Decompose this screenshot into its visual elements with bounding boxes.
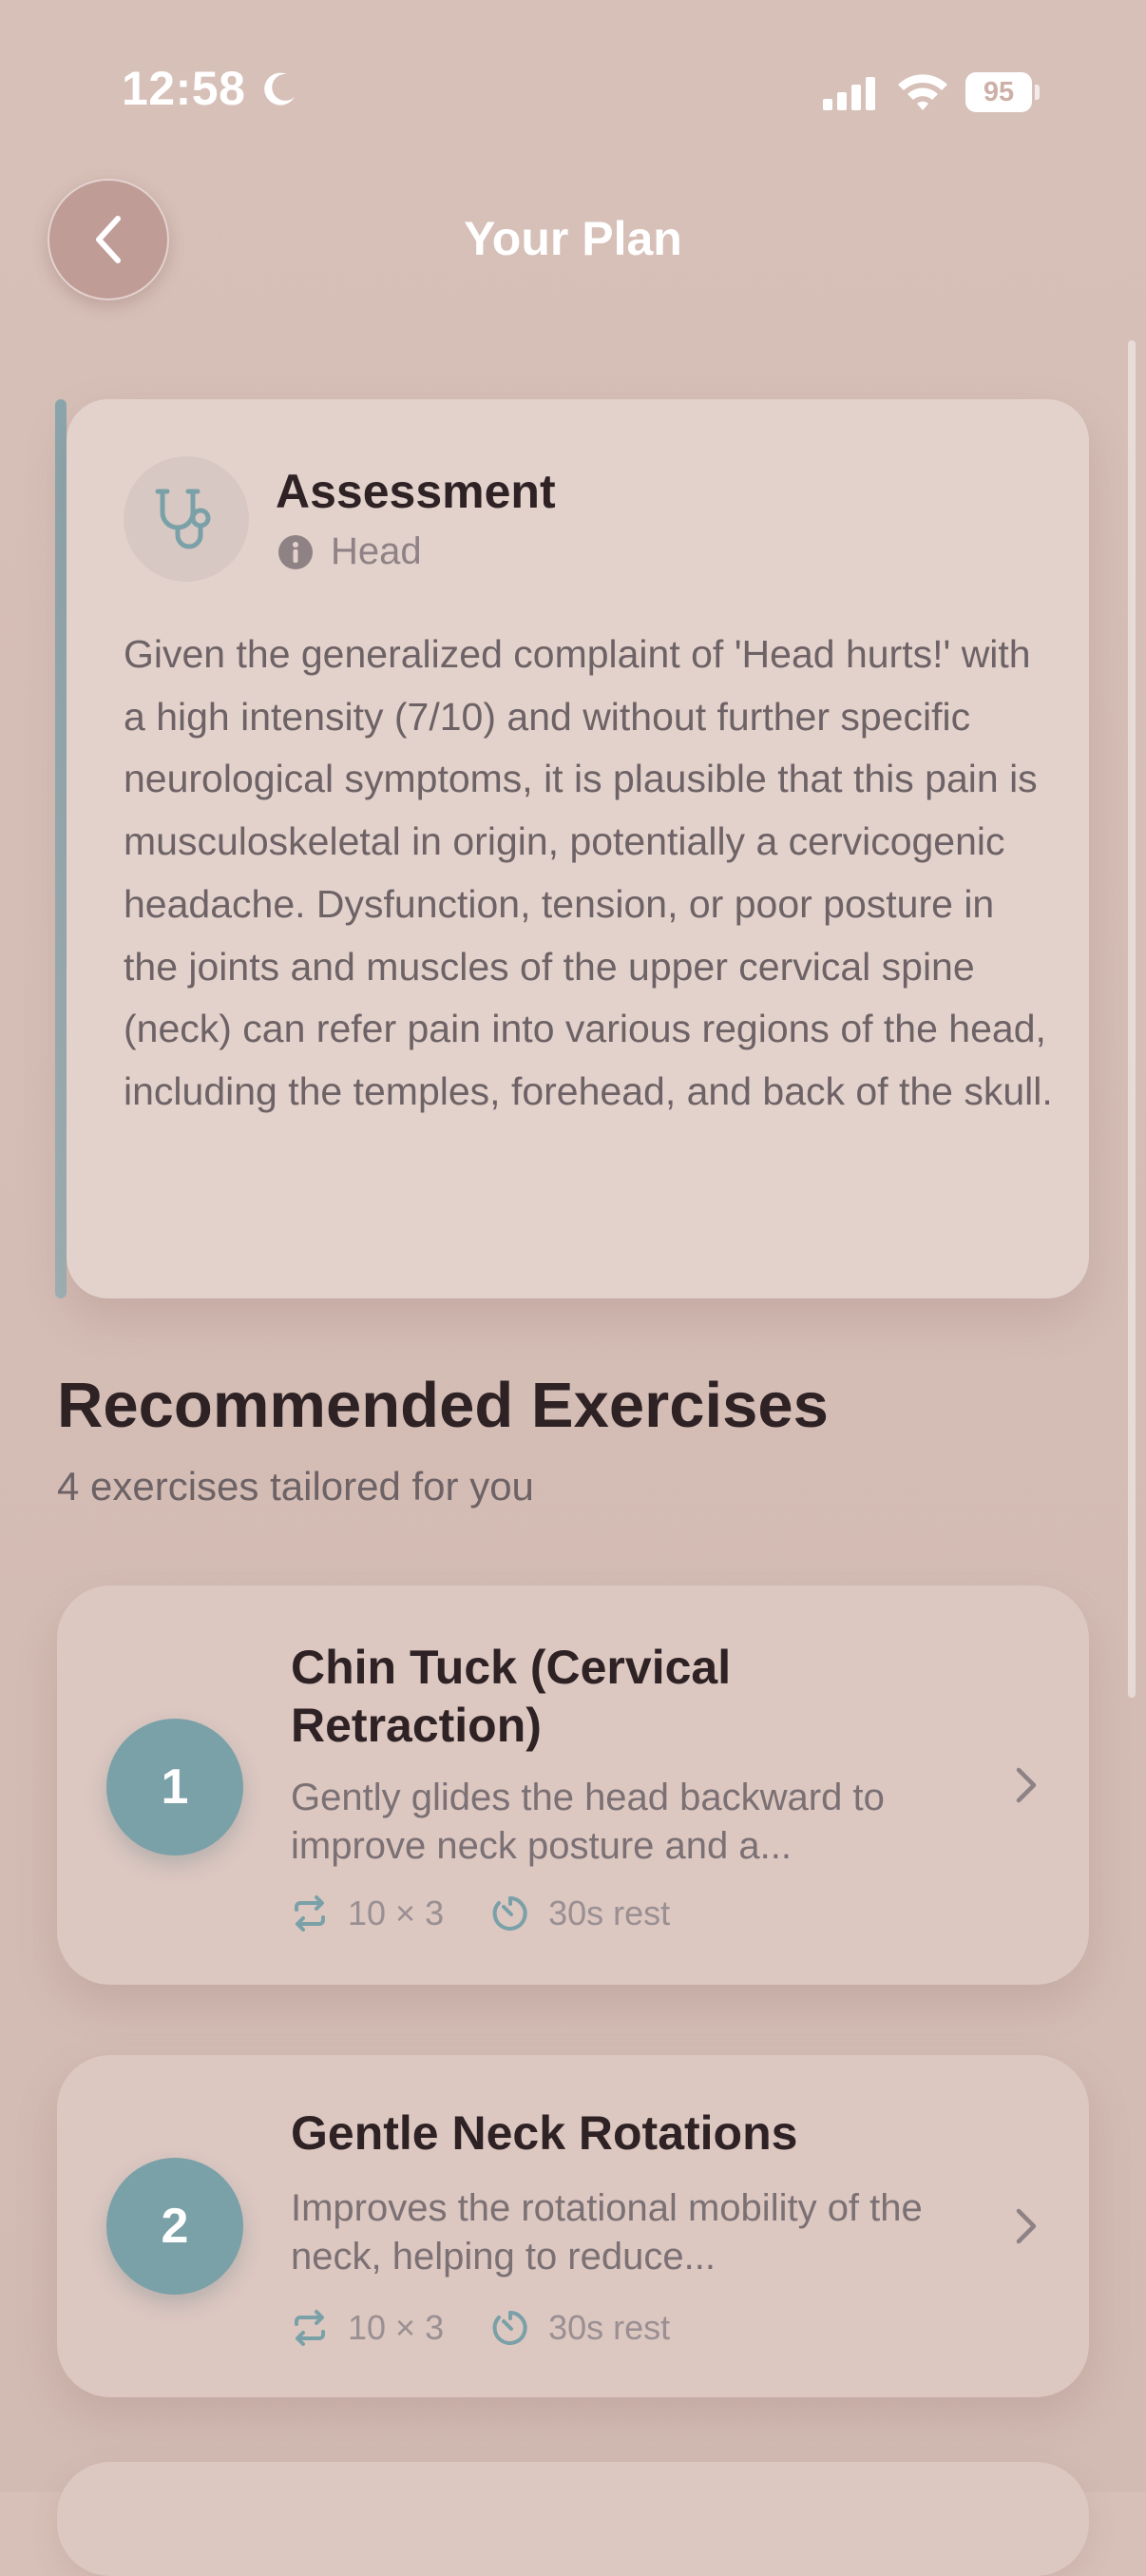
repeat-icon (295, 2310, 325, 2346)
exercise-number-badge: 1 (106, 1719, 243, 1855)
chevron-right-icon (1016, 1767, 1037, 1803)
chevron-right-icon (1016, 2208, 1037, 2244)
scrollbar[interactable] (1128, 340, 1136, 1698)
accent-bar (55, 399, 67, 1298)
exercise-card[interactable]: 1 Chin Tuck (Cervical Retraction) Gently… (57, 1586, 1089, 1985)
cellular-signal-icon (823, 77, 875, 110)
info-icon (278, 535, 313, 569)
exercise-reps: 10 × 3 (348, 2308, 445, 2347)
repeat-icon (295, 1895, 325, 1932)
exercise-rest: 30s rest (548, 2308, 671, 2347)
assessment-card: Assessment Head Given the generalized co… (55, 399, 1089, 1298)
page-title: Your Plan (464, 212, 682, 265)
timer-icon (492, 2311, 527, 2345)
exercise-number-badge: 2 (106, 2158, 243, 2295)
assessment-icon-badge (124, 456, 249, 582)
timer-icon (492, 1896, 527, 1931)
assessment-location: Head (331, 530, 422, 572)
exercise-title: Chin Tuck (Cervical Retraction) (291, 1641, 732, 1752)
moon-icon (264, 72, 295, 106)
exercise-title: Gentle Neck Rotations (291, 2106, 798, 2160)
section-subtitle: 4 exercises tailored for you (57, 1464, 534, 1509)
status-time: 12:58 (122, 62, 246, 115)
exercise-description: Improves the rotational mobility of the … (291, 2187, 923, 2278)
exercise-meta: 10 × 3 30s rest (291, 1890, 670, 1937)
section-title: Recommended Exercises (57, 1370, 829, 1441)
status-bar: 12:58 95 (0, 0, 1146, 181)
wifi-icon (898, 74, 947, 110)
exercise-rest: 30s rest (548, 1894, 671, 1932)
battery-indicator: 95 (965, 72, 1040, 112)
exercise-meta: 10 × 3 30s rest (291, 2304, 670, 2352)
exercise-card[interactable]: 2 Gentle Neck Rotations Improves the rot… (57, 2055, 1089, 2397)
exercise-card-partial[interactable] (57, 2462, 1089, 2576)
assessment-body: Given the generalized complaint of 'Head… (124, 632, 1053, 1113)
exercise-description: Gently glides the head backward to impro… (291, 1777, 885, 1867)
exercise-reps: 10 × 3 (348, 1894, 445, 1932)
battery-level: 95 (983, 76, 1015, 107)
assessment-title: Assessment (276, 465, 556, 518)
stethoscope-icon (155, 489, 211, 549)
